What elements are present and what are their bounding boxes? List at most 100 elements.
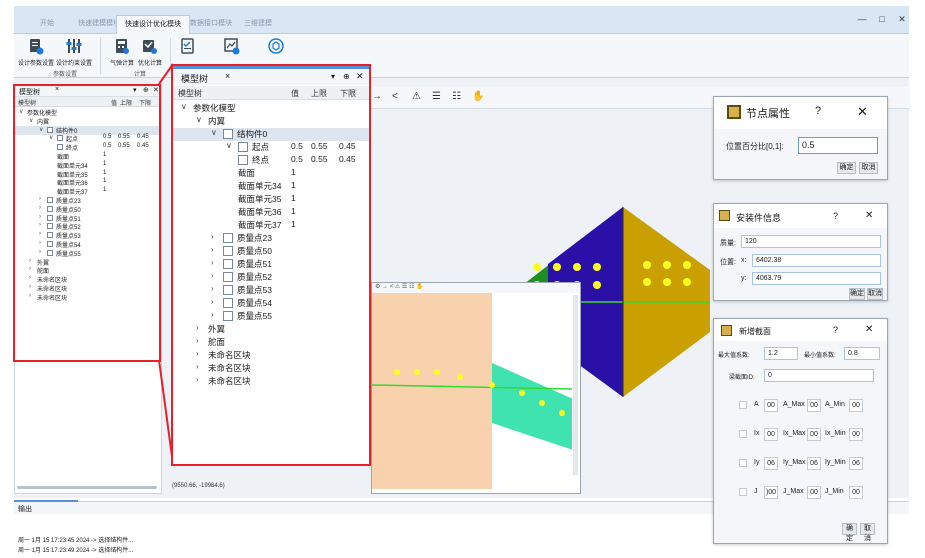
chevron-right-icon[interactable]: › — [196, 323, 199, 332]
min-coef-input[interactable]: 0.8 — [844, 347, 880, 360]
tree-row[interactable]: › 质量点54 — [173, 297, 369, 310]
prop-min-input[interactable]: 00 — [849, 428, 863, 441]
close-icon[interactable]: ✕ — [892, 12, 912, 26]
tree-row[interactable]: ∨ 结构件0 — [173, 128, 369, 141]
row-checkbox[interactable] — [739, 430, 747, 438]
horizontal-scrollbar[interactable] — [17, 486, 157, 489]
prop-min-input[interactable]: 00 — [849, 399, 863, 412]
tree-row[interactable]: › 外翼 — [173, 323, 369, 336]
chevron-right-icon[interactable]: › — [211, 271, 214, 280]
mass-input[interactable]: 120 — [741, 235, 881, 248]
chevron-down-icon[interactable]: ∨ — [226, 141, 232, 150]
tree-row[interactable]: 终点 0.5 0.55 0.45 — [173, 154, 369, 167]
prop-input[interactable]: )00 — [764, 486, 778, 499]
tree-row[interactable]: 截面单元37 1 — [173, 219, 369, 232]
chevron-right-icon[interactable]: › — [196, 362, 199, 371]
tree-checkbox[interactable] — [238, 142, 248, 152]
help-icon[interactable]: ? — [833, 325, 838, 335]
tree-row[interactable]: ∨ 起点 0.5 0.55 0.45 — [173, 141, 369, 154]
tree-row[interactable]: › 未命名区块 — [173, 362, 369, 375]
tab-start[interactable]: 开始 — [32, 15, 62, 34]
numbered-list-icon[interactable]: ☷ — [452, 91, 461, 102]
tree-checkbox[interactable] — [223, 259, 233, 269]
tree-row[interactable]: › 质量点53 — [173, 284, 369, 297]
ok-button[interactable]: 确定 — [849, 288, 865, 300]
pin-icon[interactable]: ⊕ — [343, 72, 350, 81]
chevron-down-icon[interactable]: ∨ — [211, 128, 217, 137]
dropdown-icon[interactable]: ▾ — [331, 72, 335, 81]
help-icon[interactable]: ? — [833, 211, 838, 221]
inset-scrollbar[interactable] — [573, 295, 578, 475]
zoom-tree-tab-close-icon[interactable]: × — [225, 71, 230, 81]
minimize-icon[interactable]: — — [852, 12, 872, 26]
tree-checkbox[interactable] — [223, 233, 233, 243]
row-checkbox[interactable] — [739, 488, 747, 496]
chevron-right-icon[interactable]: › — [211, 258, 214, 267]
tree-row[interactable]: › 质量点51 — [173, 258, 369, 271]
chevron-right-icon[interactable]: › — [211, 297, 214, 306]
tree-row[interactable]: › 质量点23 — [173, 232, 369, 245]
prop-max-input[interactable]: 00 — [807, 428, 821, 441]
close-icon[interactable]: ✕ — [865, 324, 873, 335]
arrow-icon[interactable]: → — [372, 91, 382, 102]
prop-input[interactable]: 00 — [764, 399, 778, 412]
help-icon[interactable]: ? — [815, 105, 821, 117]
close-icon[interactable]: ✕ — [865, 210, 873, 221]
prop-min-input[interactable]: 06 — [849, 457, 863, 470]
tree-row[interactable]: › 质量点50 — [173, 245, 369, 258]
chevron-right-icon[interactable]: › — [211, 245, 214, 254]
cancel-button[interactable]: 取消 — [867, 288, 883, 300]
chevron-right-icon[interactable]: › — [196, 349, 199, 358]
chevron-right-icon[interactable]: › — [196, 375, 199, 384]
triangle-icon[interactable]: ⚠ — [412, 91, 421, 102]
hand-icon[interactable]: ✋ — [472, 91, 484, 102]
x-input[interactable]: 6402.38 — [752, 254, 881, 267]
tree-row[interactable]: › 未命名区块 — [173, 349, 369, 362]
tree-checkbox[interactable] — [223, 246, 233, 256]
y-input[interactable]: 4063.79 — [752, 272, 881, 285]
tree-row[interactable]: 截面 1 — [173, 167, 369, 180]
tree-checkbox[interactable] — [223, 298, 233, 308]
tree-row[interactable]: › 质量点52 — [173, 271, 369, 284]
chevron-down-icon[interactable]: ∨ — [181, 102, 187, 111]
row-checkbox[interactable] — [739, 401, 747, 409]
tree-row[interactable]: 截面单元34 1 — [173, 180, 369, 193]
cancel-button[interactable]: 取消 — [859, 162, 878, 174]
tree-checkbox[interactable] — [223, 285, 233, 295]
tree-checkbox[interactable] — [223, 311, 233, 321]
tree-checkbox[interactable] — [223, 272, 233, 282]
max-coef-input[interactable]: 1.2 — [764, 347, 798, 360]
design-param-button[interactable]: 设计参数设置 — [18, 38, 54, 68]
tree-row[interactable]: › 舵面 — [173, 336, 369, 349]
row-checkbox[interactable] — [739, 459, 747, 467]
beam-section-input[interactable]: 0 — [764, 369, 874, 382]
tree-checkbox[interactable] — [238, 155, 248, 165]
design-constraint-button[interactable]: 设计约束设置 — [56, 38, 92, 68]
prop-input[interactable]: 06 — [764, 457, 778, 470]
chevron-down-icon[interactable]: ∨ — [196, 115, 202, 124]
prop-max-input[interactable]: 06 — [807, 457, 821, 470]
prop-max-input[interactable]: 00 — [807, 399, 821, 412]
prop-max-input[interactable]: 00 — [807, 486, 821, 499]
chevron-right-icon[interactable]: › — [211, 310, 214, 319]
chevron-right-icon[interactable]: › — [211, 232, 214, 241]
list-icon[interactable]: ☰ — [432, 91, 441, 102]
tree-row[interactable]: 截面单元36 1 — [173, 206, 369, 219]
tree-row[interactable]: ∨ 内翼 — [173, 115, 369, 128]
panel-close-icon[interactable]: ✕ — [356, 71, 364, 82]
cancel-button[interactable]: 取消 — [860, 523, 875, 542]
chevron-right-icon[interactable]: › — [196, 336, 199, 345]
tab-data-interface[interactable]: 数据接口模块 — [182, 15, 240, 34]
angle-icon[interactable]: < — [392, 91, 398, 102]
tree-row[interactable]: ∨ 参数化模型 — [173, 102, 369, 115]
tree-row[interactable]: › 未命名区块 — [173, 375, 369, 388]
maximize-icon[interactable]: □ — [872, 12, 892, 26]
prop-input[interactable]: 00 — [764, 428, 778, 441]
tree-row[interactable]: › 质量点55 — [173, 310, 369, 323]
tree-row[interactable]: 截面单元35 1 — [173, 193, 369, 206]
ok-button[interactable]: 确定 — [837, 162, 856, 174]
tab-fast-design-optimization[interactable]: 快速设计优化模块 — [116, 15, 190, 34]
position-percent-input[interactable]: 0.5 — [798, 137, 878, 154]
prop-min-input[interactable]: 00 — [849, 486, 863, 499]
chevron-right-icon[interactable]: › — [211, 284, 214, 293]
